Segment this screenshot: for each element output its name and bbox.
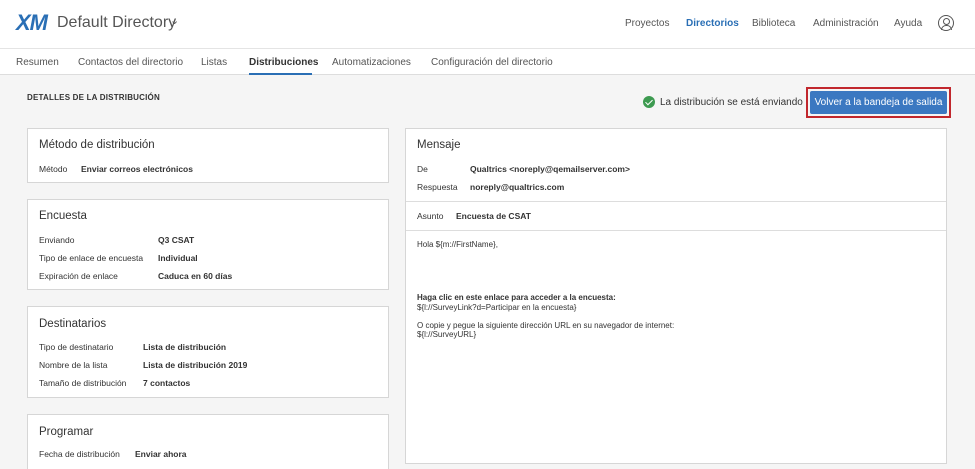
survey-row-label: Expiración de enlace — [39, 271, 118, 281]
survey-card: Encuesta Enviando Q3 CSAT Tipo de enlace… — [27, 199, 389, 290]
recipient-row-value: Lista de distribución — [143, 342, 227, 352]
directory-title[interactable]: Default Directory — [57, 14, 176, 32]
schedule-value: Enviar ahora — [135, 449, 187, 459]
method-value: Enviar correos electrónicos — [81, 164, 193, 174]
tab-configuracion[interactable]: Configuración del directorio — [431, 57, 553, 68]
card-title: Método de distribución — [39, 139, 155, 151]
subject-value: Encuesta de CSAT — [456, 211, 531, 221]
user-account-icon[interactable] — [938, 15, 954, 31]
top-bar: XM Default Directory ⌄ Proyectos Directo… — [0, 0, 975, 48]
recipient-row-value: Lista de distribución 2019 — [143, 360, 248, 370]
nav-biblioteca[interactable]: Biblioteca — [752, 18, 795, 29]
tab-listas[interactable]: Listas — [201, 57, 227, 68]
tab-resumen[interactable]: Resumen — [16, 57, 59, 68]
survey-row-value: Individual — [158, 253, 198, 263]
recipient-row-label: Nombre de la lista — [39, 360, 108, 370]
check-circle-icon — [643, 96, 655, 108]
chevron-down-icon[interactable]: ⌄ — [170, 14, 179, 27]
reply-label: Respuesta — [417, 182, 458, 192]
recipients-card: Destinatarios Tipo de destinatario Lista… — [27, 306, 389, 398]
subject-label: Asunto — [417, 211, 444, 221]
survey-row-value: Q3 CSAT — [158, 235, 195, 245]
nav-ayuda[interactable]: Ayuda — [894, 18, 922, 29]
xm-logo[interactable]: XM — [16, 10, 48, 36]
survey-row-label: Tipo de enlace de encuesta — [39, 253, 144, 263]
card-title: Encuesta — [39, 210, 87, 222]
message-copy-text: O copie y pegue la siguiente dirección U… — [417, 321, 675, 330]
from-label: De — [417, 164, 428, 174]
survey-row-label: Enviando — [39, 235, 75, 245]
page-title: DETALLES DE LA DISTRIBUCIÓN — [27, 93, 160, 102]
card-title: Destinatarios — [39, 318, 107, 330]
tab-distribuciones[interactable]: Distribuciones — [249, 57, 318, 68]
message-link-heading: Haga clic en este enlace para acceder a … — [417, 293, 616, 302]
directory-tabs: Resumen Contactos del directorio Listas … — [0, 48, 975, 75]
recipient-row-label: Tamaño de distribución — [39, 378, 127, 388]
method-card: Método de distribución Método Enviar cor… — [27, 128, 389, 183]
nav-administracion[interactable]: Administración — [813, 18, 879, 29]
message-survey-link: ${l://SurveyLink?d=Participar en la encu… — [417, 303, 577, 312]
back-to-outbox-button[interactable]: Volver a la bandeja de salida — [810, 91, 947, 114]
distribution-status: La distribución se está enviando — [660, 97, 803, 108]
survey-row-value: Caduca en 60 días — [158, 271, 233, 281]
schedule-card: Programar Fecha de distribución Enviar a… — [27, 414, 389, 469]
nav-directorios[interactable]: Directorios — [686, 18, 739, 29]
tab-automatizaciones[interactable]: Automatizaciones — [332, 57, 411, 68]
schedule-label: Fecha de distribución — [39, 449, 120, 459]
recipient-row-value: 7 contactos — [143, 378, 191, 388]
method-label: Método — [39, 164, 68, 174]
from-value: Qualtrics <noreply@qemailserver.com> — [470, 164, 630, 174]
recipient-row-label: Tipo de destinatario — [39, 342, 114, 352]
nav-proyectos[interactable]: Proyectos — [625, 18, 669, 29]
card-title: Mensaje — [417, 139, 461, 151]
tab-contactos[interactable]: Contactos del directorio — [78, 57, 183, 68]
message-card: Mensaje De Qualtrics <noreply@qemailserv… — [405, 128, 947, 464]
active-tab-indicator — [249, 73, 312, 75]
message-survey-url: ${l://SurveyURL} — [417, 330, 477, 339]
message-greeting: Hola ${m://FirstName}, — [417, 240, 498, 249]
divider — [406, 230, 946, 231]
card-title: Programar — [39, 426, 94, 438]
divider — [406, 201, 946, 202]
reply-value: noreply@qualtrics.com — [470, 182, 565, 192]
